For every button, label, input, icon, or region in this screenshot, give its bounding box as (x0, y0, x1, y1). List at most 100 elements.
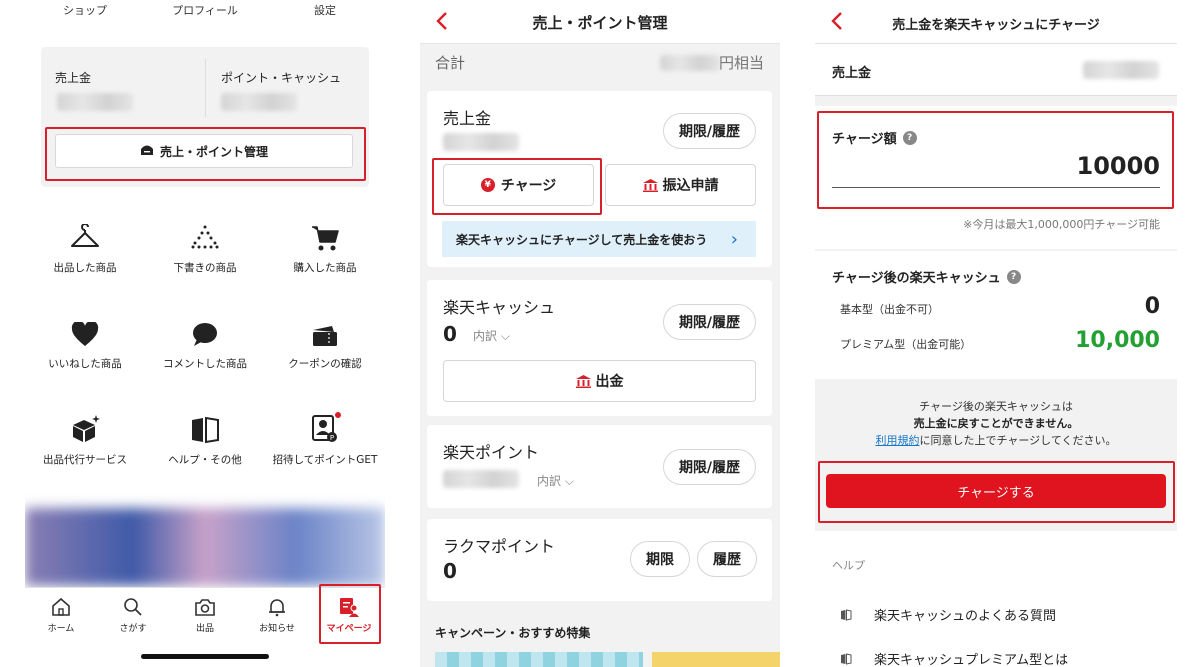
promo-text: 楽天キャッシュにチャージして売上金を使おう (456, 232, 708, 247)
book-icon (145, 410, 265, 444)
sales-amount-blurred (1083, 61, 1159, 79)
camera-icon (175, 596, 235, 618)
charge-amount-input[interactable]: 10000 (1077, 152, 1161, 180)
withdraw-label: 出金 (595, 374, 624, 390)
grid-listed-items[interactable]: 出品した商品 (25, 218, 145, 275)
grid-invite[interactable]: P 招待してポイントGET (265, 410, 385, 467)
grid-purchased-items[interactable]: 購入した商品 (265, 218, 385, 275)
tab-search[interactable]: さがす (103, 596, 163, 634)
charge-amount-section: チャージ額? 10000 ※今月は最大1,000,000円チャージ可能 (815, 106, 1177, 249)
help-question-icon[interactable]: ? (1006, 269, 1021, 284)
cart-icon (265, 218, 385, 252)
mypage-panel: ショップ プロフィール 設定 売上金 ポイント・キャッシュ 売上・ポイント管理 … (25, 0, 385, 667)
sales-label: 売上金 (832, 66, 872, 81)
coupon-icon (265, 314, 385, 348)
points-amount-blurred (443, 470, 519, 488)
help-item-faq[interactable]: 楽天キャッシュのよくある質問 (840, 605, 1056, 624)
grid-label: 招待してポイントGET (272, 454, 378, 466)
sales-history-button[interactable]: 期限/履歴 (663, 113, 756, 149)
premium-type-value: 10,000 (1075, 328, 1160, 353)
grid-liked-items[interactable]: いいねした商品 (25, 314, 145, 371)
help-item-label: 楽天キャッシュのよくある質問 (874, 609, 1057, 624)
transfer-request-button[interactable]: 振込申請 (605, 164, 756, 206)
tab-mypage[interactable]: マイページ (319, 596, 379, 634)
points-card-title: 楽天ポイント (443, 443, 540, 462)
total-label: 合計 (435, 54, 466, 72)
points-history-button[interactable]: 期限/履歴 (663, 449, 756, 485)
total-amount-blurred (660, 55, 720, 71)
charge-amount-label: チャージ額? (832, 128, 917, 147)
cash-value: 0 (443, 322, 457, 346)
rakuma-card-title: ラクマポイント (443, 537, 556, 556)
tab-home[interactable]: ホーム (31, 596, 91, 634)
header: 売上金を楽天キャッシュにチャージ (815, 0, 1177, 44)
cash-breakdown-toggle[interactable]: 内訳 ⌵ (473, 327, 510, 344)
after-label-text: チャージ後の楽天キャッシュ (832, 271, 1001, 286)
help-item-premium[interactable]: 楽天キャッシュプレミアム型とは (840, 649, 1068, 667)
sales-card: 売上金 期限/履歴 ¥ チャージ 振込申請 楽天キャッシュにチャージして売上金を… (427, 91, 772, 267)
nav-settings[interactable]: 設定 (314, 2, 336, 18)
rakuma-expiry-button[interactable]: 期限 (630, 541, 690, 577)
grid-label: 購入した商品 (293, 262, 357, 274)
help-section: ヘルプ 楽天キャッシュのよくある質問 楽天キャッシュプレミアム型とは (815, 531, 1177, 667)
grid-coupons[interactable]: クーポンの確認 (265, 314, 385, 371)
grid-draft-items[interactable]: 下書きの商品 (145, 218, 265, 275)
bell-icon (247, 596, 307, 618)
tab-label: さがす (119, 624, 147, 634)
notice-line-3: に同意した上でチャージしてください。 (919, 434, 1117, 447)
grid-help[interactable]: ヘルプ・その他 (145, 410, 265, 467)
grid-label: クーポンの確認 (288, 358, 362, 370)
after-charge-label: チャージ後の楽天キャッシュ? (832, 267, 1021, 286)
box-sparkle-icon (25, 410, 145, 444)
svg-text:P: P (330, 434, 334, 442)
withdraw-button[interactable]: 出金 (443, 360, 756, 402)
sales-card-title: 売上金 (443, 109, 492, 128)
book-icon (840, 652, 852, 665)
tab-notifications[interactable]: お知らせ (247, 596, 307, 634)
total-suffix: 円相当 (718, 54, 764, 72)
help-question-icon[interactable]: ? (902, 130, 917, 145)
notice-line-1: チャージ後の楽天キャッシュは (919, 400, 1073, 413)
sales-points-panel: 売上・ポイント管理 合計 円相当 売上金 期限/履歴 ¥ チャージ 振込申請 楽… (420, 0, 780, 667)
sales-point-manage-button[interactable]: 売上・ポイント管理 (55, 134, 353, 168)
nav-profile[interactable]: プロフィール (172, 2, 238, 18)
charge-submit-button[interactable]: チャージする (826, 474, 1166, 508)
rakuma-history-button[interactable]: 履歴 (697, 541, 757, 577)
nav-shop[interactable]: ショップ (63, 2, 107, 18)
rakuten-points-card: 楽天ポイント 内訳 ⌵ 期限/履歴 (427, 425, 772, 508)
grid-label: 下書きの商品 (173, 262, 237, 274)
promo-banner-blurred[interactable] (25, 508, 385, 586)
after-charge-section: チャージ後の楽天キャッシュ? 基本型（出金不可） 0 プレミアム型（出金可能） … (815, 251, 1177, 379)
breakdown-label: 内訳 (473, 329, 498, 343)
charge-limit-note: ※今月は最大1,000,000円チャージ可能 (963, 218, 1160, 231)
grid-label: いいねした商品 (48, 358, 122, 370)
campaign-thumbnail[interactable] (652, 652, 780, 667)
transfer-label: 振込申請 (662, 178, 719, 194)
heart-icon (25, 314, 145, 348)
manage-button-label: 売上・ポイント管理 (159, 144, 268, 159)
terms-link[interactable]: 利用規約 (875, 434, 919, 447)
points-breakdown-toggle[interactable]: 内訳 ⌵ (537, 472, 574, 489)
search-icon (103, 596, 163, 618)
divider (205, 59, 206, 117)
basic-type-label: 基本型（出金不可） (840, 303, 939, 316)
grid-commented-items[interactable]: コメントした商品 (145, 314, 265, 371)
rakuten-cash-card: 楽天キャッシュ 0 内訳 ⌵ 期限/履歴 出金 (427, 280, 772, 416)
cash-history-button[interactable]: 期限/履歴 (663, 304, 756, 340)
grid-label: 出品代行サービス (43, 454, 127, 466)
mypage-icon (319, 596, 379, 618)
campaign-thumbnail[interactable] (435, 652, 643, 667)
sales-amount-blurred (443, 133, 519, 151)
grid-listing-agent[interactable]: 出品代行サービス (25, 410, 145, 467)
charge-button[interactable]: ¥ チャージ (443, 164, 594, 206)
charge-promo-banner[interactable]: 楽天キャッシュにチャージして売上金を使おう › (442, 221, 756, 257)
help-label: ヘルプ (832, 559, 865, 572)
charge-label: チャージ (500, 178, 557, 194)
tab-sell[interactable]: 出品 (175, 596, 235, 634)
top-nav: ショップ プロフィール 設定 (25, 0, 385, 22)
wallet-icon (140, 144, 154, 159)
tab-label: 出品 (195, 624, 214, 634)
rakuma-value: 0 (443, 559, 457, 583)
rakuma-points-card: ラクマポイント 0 期限 履歴 (427, 519, 772, 601)
points-cash-label: ポイント・キャッシュ (221, 71, 342, 85)
